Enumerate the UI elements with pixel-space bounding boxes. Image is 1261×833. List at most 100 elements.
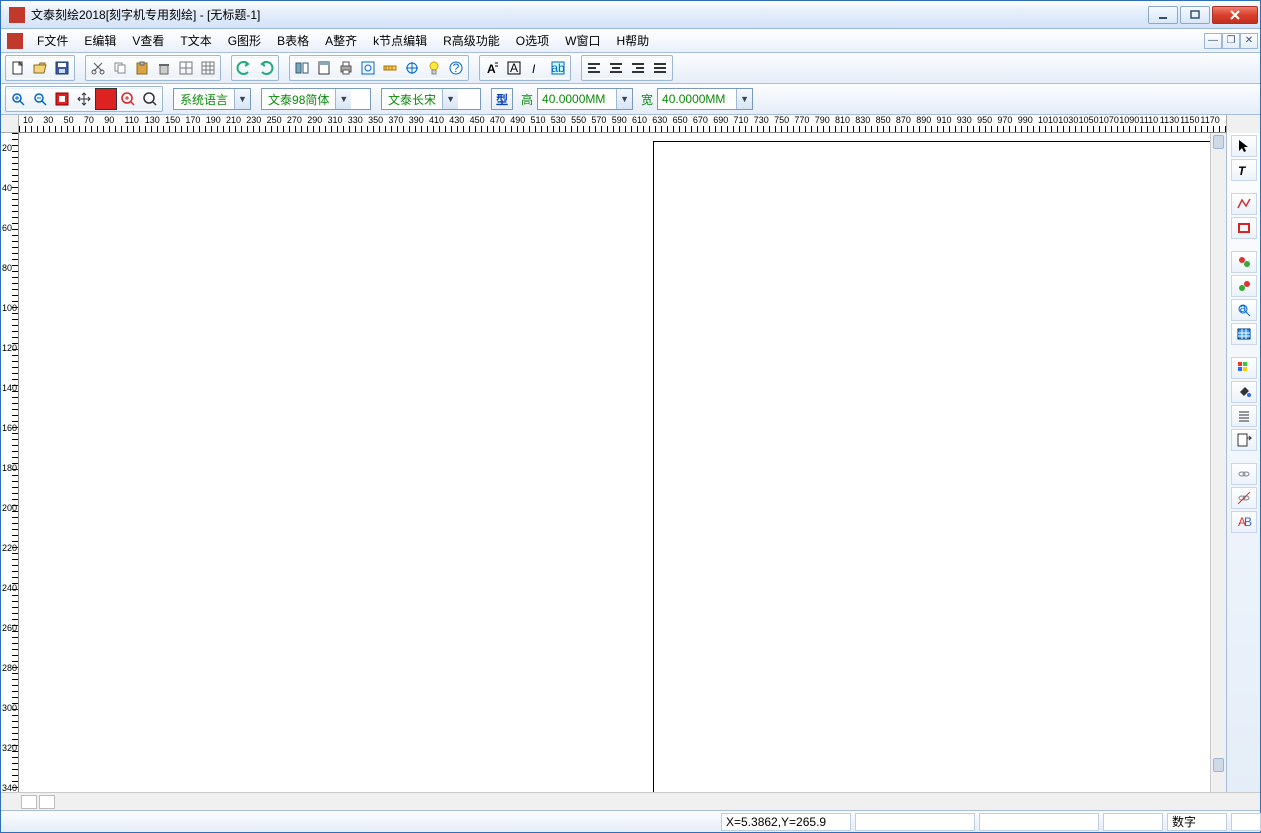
italic-button[interactable]: I (525, 57, 547, 79)
text-edit-button[interactable]: ab (547, 57, 569, 79)
ruler-h-label: 130 (145, 115, 160, 125)
mdi-close-button[interactable]: ✕ (1240, 33, 1258, 49)
chevron-down-icon[interactable]: ▼ (234, 89, 250, 109)
save-button[interactable] (51, 57, 73, 79)
horizontal-scrollbar[interactable] (1, 792, 1260, 810)
shape-red-tool[interactable] (1231, 251, 1257, 273)
zoom-plus-button[interactable] (117, 88, 139, 110)
pan-button[interactable] (73, 88, 95, 110)
canvas[interactable] (19, 133, 1226, 792)
ruler-v-label: 200 (2, 503, 17, 513)
font-style-combo[interactable]: 文泰长宋 ▼ (381, 88, 481, 110)
bold-button[interactable]: A (481, 57, 503, 79)
mdi-restore-button[interactable]: ❐ (1222, 33, 1240, 49)
flip-button[interactable] (291, 57, 313, 79)
menu-edit[interactable]: E编辑 (76, 30, 124, 51)
ruler-origin[interactable] (1, 115, 19, 133)
ruler-h-label: 1110 (1140, 115, 1159, 125)
mdi-minimize-button[interactable]: — (1204, 33, 1222, 49)
font-family-combo[interactable]: 文泰98简体 ▼ (261, 88, 371, 110)
menu-align[interactable]: A整齐 (317, 30, 365, 51)
ruler-h-label: 390 (409, 115, 424, 125)
shape-green-tool[interactable] (1231, 275, 1257, 297)
lines-tool[interactable] (1231, 405, 1257, 427)
ruler-h-label: 1150 (1180, 115, 1199, 125)
delete-button[interactable] (153, 57, 175, 79)
table-tool[interactable] (1231, 323, 1257, 345)
palette-tool[interactable] (1231, 357, 1257, 379)
align-right-button[interactable] (627, 57, 649, 79)
status-empty-4 (1231, 813, 1261, 831)
arrow-tool[interactable] (1231, 135, 1257, 157)
ruler-h-label: 990 (1018, 115, 1033, 125)
boxed-a-button[interactable]: A (503, 57, 525, 79)
menu-help[interactable]: H帮助 (608, 30, 657, 51)
polyline-tool[interactable] (1231, 193, 1257, 215)
status-empty-2 (979, 813, 1099, 831)
type-button[interactable]: 型 (491, 88, 513, 110)
chevron-down-icon[interactable]: ▼ (335, 89, 351, 109)
link2-tool[interactable] (1231, 487, 1257, 509)
guide-button[interactable] (401, 57, 423, 79)
paste-button[interactable] (131, 57, 153, 79)
ruler-h-label: 430 (449, 115, 464, 125)
zoom-mag-button[interactable] (139, 88, 161, 110)
scroll-left-button[interactable] (21, 795, 37, 809)
help-button[interactable]: ? (445, 57, 467, 79)
language-combo[interactable]: 系统语言 ▼ (173, 88, 251, 110)
rect-tool[interactable] (1231, 217, 1257, 239)
chevron-down-icon[interactable]: ▼ (442, 89, 458, 109)
chevron-down-icon[interactable]: ▼ (616, 89, 632, 109)
redo-button[interactable] (255, 57, 277, 79)
measure-button[interactable] (379, 57, 401, 79)
link-tool[interactable] (1231, 463, 1257, 485)
menu-text[interactable]: T文本 (172, 30, 219, 51)
export-tool[interactable] (1231, 429, 1257, 451)
align-center-button[interactable] (605, 57, 627, 79)
scroll-sheet-tab[interactable] (39, 795, 55, 809)
new-file-button[interactable] (7, 57, 29, 79)
align-justify-button[interactable] (649, 57, 671, 79)
horizontal-ruler[interactable]: 1030507090110130150170190210230250270290… (19, 115, 1226, 133)
ruler-h-label: 810 (835, 115, 850, 125)
close-button[interactable] (1212, 6, 1258, 24)
chevron-down-icon[interactable]: ▼ (736, 89, 752, 109)
menu-view[interactable]: V查看 (124, 30, 172, 51)
vertical-scrollbar[interactable] (1210, 133, 1226, 792)
open-file-button[interactable] (29, 57, 51, 79)
text-tool[interactable]: T (1231, 159, 1257, 181)
bucket-tool[interactable] (1231, 381, 1257, 403)
print-button[interactable] (335, 57, 357, 79)
tip-button[interactable] (423, 57, 445, 79)
cut-button[interactable] (87, 57, 109, 79)
zoom-in-button[interactable] (7, 88, 29, 110)
ruler-h-label: 950 (977, 115, 992, 125)
zoom-select-button[interactable] (51, 88, 73, 110)
font-style-value: 文泰长宋 (382, 91, 442, 108)
menu-options[interactable]: O选项 (508, 30, 557, 51)
svg-text:ab: ab (551, 61, 565, 75)
width-input[interactable]: 40.0000MM ▼ (657, 88, 753, 110)
magic-tool[interactable]: a (1231, 299, 1257, 321)
menu-graphic[interactable]: G图形 (220, 30, 269, 51)
align-left-button[interactable] (583, 57, 605, 79)
menu-advanced[interactable]: R高级功能 (435, 30, 508, 51)
zoom-selection-button[interactable] (357, 57, 379, 79)
menu-file[interactable]: F文件 (29, 30, 76, 51)
page-setup-button[interactable] (313, 57, 335, 79)
right-tool-palette: T a AB (1226, 133, 1260, 792)
grid2-button[interactable] (197, 57, 219, 79)
vertical-ruler[interactable]: 2040608010012014016018020022024026028030… (1, 133, 19, 792)
ab-tool[interactable]: AB (1231, 511, 1257, 533)
minimize-button[interactable] (1148, 6, 1178, 24)
copy-button[interactable] (109, 57, 131, 79)
grid-button[interactable] (175, 57, 197, 79)
menu-node[interactable]: k节点编辑 (365, 30, 435, 51)
undo-button[interactable] (233, 57, 255, 79)
fill-red-button[interactable] (95, 88, 117, 110)
maximize-button[interactable] (1180, 6, 1210, 24)
menu-table[interactable]: B表格 (269, 30, 317, 51)
zoom-out-button[interactable] (29, 88, 51, 110)
height-input[interactable]: 40.0000MM ▼ (537, 88, 633, 110)
menu-window[interactable]: W窗口 (557, 30, 608, 51)
